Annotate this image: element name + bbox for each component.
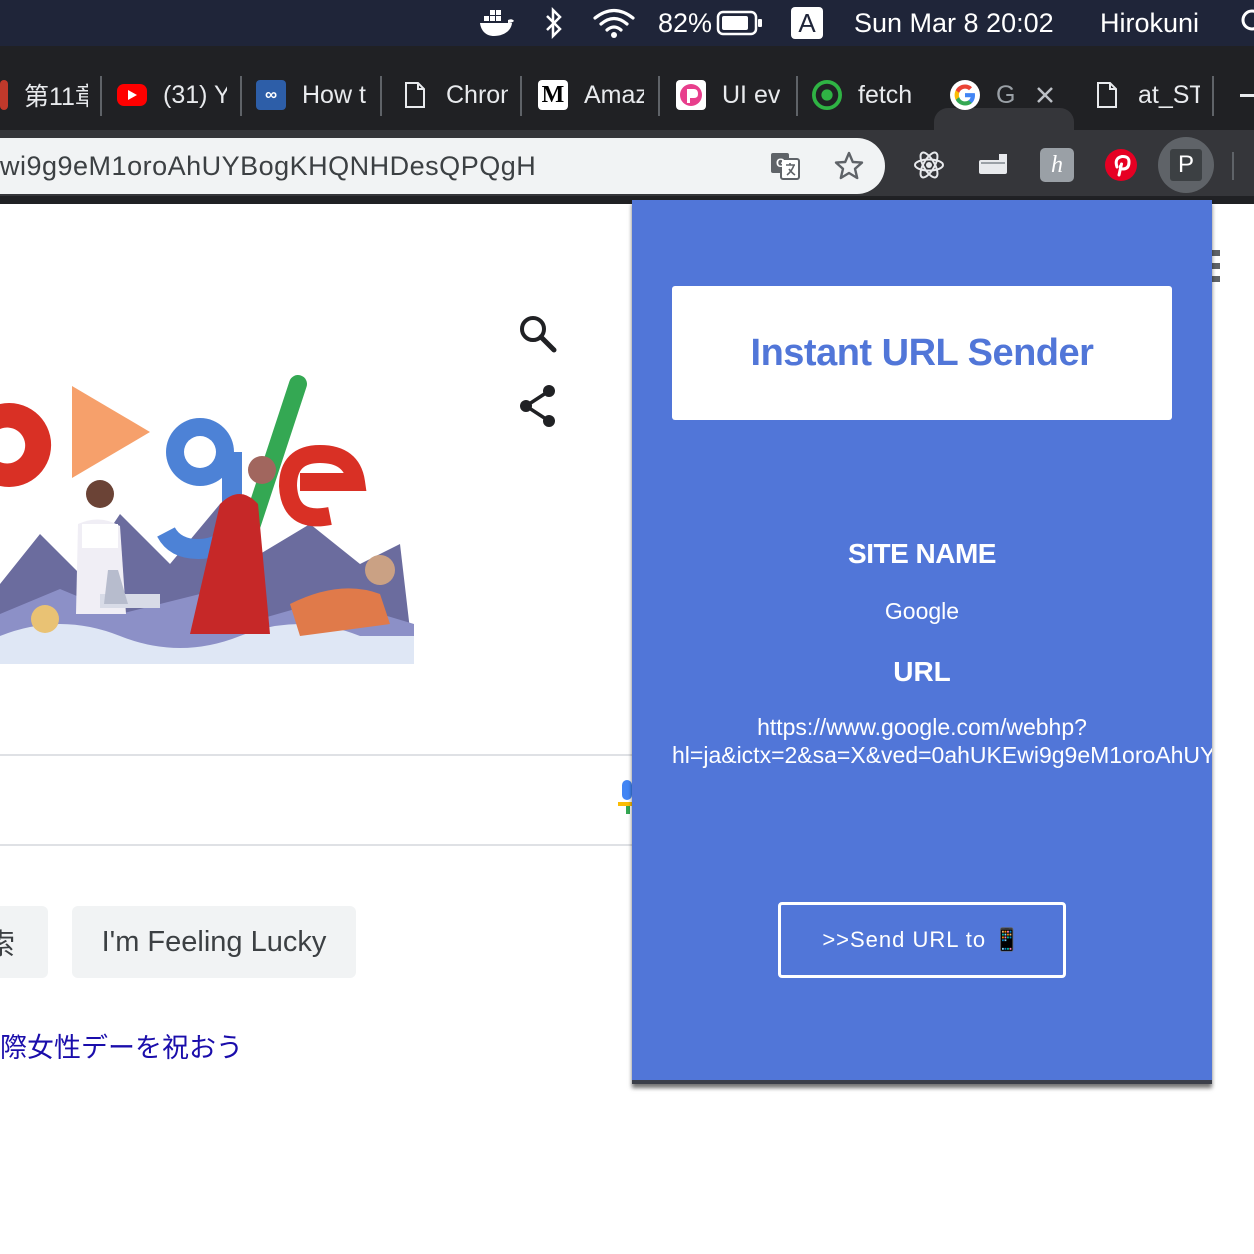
popup-title: Instant URL Sender bbox=[750, 331, 1094, 374]
svg-text:G: G bbox=[776, 156, 785, 170]
cast-extension-icon[interactable] bbox=[972, 144, 1014, 186]
battery-icon[interactable] bbox=[716, 0, 764, 46]
google-search-button-label: 索 bbox=[0, 929, 16, 961]
tab-divider bbox=[520, 76, 522, 116]
menubar-user[interactable]: Hirokuni bbox=[1100, 0, 1199, 46]
feeling-lucky-label: I'm Feeling Lucky bbox=[101, 925, 327, 958]
tab-strip: 第11章 (31) Y ∞ How t Chron M Amaz UI ev f bbox=[0, 46, 1254, 176]
search-icon[interactable] bbox=[518, 314, 558, 359]
tab-title: Chron bbox=[446, 80, 508, 109]
youtube-icon bbox=[117, 84, 147, 106]
url-value-line-2: hl=ja&ictx=2&sa=X&ved=0ahUKEwi9g9eM1oroA… bbox=[672, 742, 1212, 768]
tab-2[interactable]: (31) Y bbox=[117, 62, 229, 128]
tab-title: 第11章 bbox=[24, 83, 88, 111]
site-name-label: SITE NAME bbox=[848, 538, 996, 569]
tab-9[interactable]: at_ST bbox=[1092, 62, 1204, 128]
instant-url-sender-popup: Instant URL Sender SITE NAME Google URL … bbox=[632, 200, 1212, 1084]
infinity-icon: ∞ bbox=[256, 80, 286, 110]
omnibox[interactable]: wi9g9eM1oroAhUYBogKHQNHDesQPQgH G bbox=[0, 138, 885, 194]
docker-icon[interactable] bbox=[478, 0, 516, 46]
tab-title: G bbox=[996, 80, 1016, 109]
tab-title: (31) Y bbox=[163, 80, 227, 109]
tab-5[interactable]: M Amaz bbox=[538, 62, 646, 128]
tab-divider bbox=[380, 76, 382, 116]
tab-close-icon[interactable] bbox=[1034, 84, 1056, 106]
input-source-indicator: A bbox=[791, 7, 823, 39]
battery-percent: 82% bbox=[658, 7, 713, 38]
hatena-glyph: h bbox=[1040, 148, 1074, 182]
wifi-icon[interactable] bbox=[592, 0, 636, 46]
uievent-icon bbox=[676, 80, 706, 110]
search-input[interactable] bbox=[0, 756, 632, 844]
tab-divider bbox=[796, 76, 798, 116]
tab-divider bbox=[100, 76, 102, 116]
tab-divider bbox=[1212, 76, 1214, 116]
google-doodle-image[interactable] bbox=[0, 374, 420, 664]
document-icon bbox=[1092, 80, 1122, 110]
feeling-lucky-button[interactable]: I'm Feeling Lucky bbox=[72, 906, 356, 978]
pinterest-icon[interactable] bbox=[1100, 144, 1142, 186]
bookmark-star-icon[interactable] bbox=[828, 145, 870, 187]
popup-header-card: Instant URL Sender bbox=[672, 286, 1172, 420]
react-devtools-icon[interactable] bbox=[908, 144, 950, 186]
fetch-icon bbox=[812, 80, 842, 110]
url-label: URL bbox=[893, 656, 951, 687]
new-tab-icon[interactable] bbox=[1240, 94, 1254, 97]
profile-letter: P bbox=[1170, 149, 1202, 181]
tab-6[interactable]: UI ev bbox=[676, 62, 782, 128]
toolbar-divider bbox=[1232, 152, 1234, 180]
tab-4[interactable]: Chron bbox=[400, 62, 508, 128]
url-value-line-1: https://www.google.com/webhp? bbox=[757, 714, 1087, 740]
tab-divider bbox=[658, 76, 660, 116]
tab-1[interactable]: 第11章 bbox=[0, 62, 92, 128]
tab-7[interactable]: fetch bbox=[812, 62, 920, 128]
search-box-bottom-border bbox=[0, 844, 632, 846]
tab-3[interactable]: ∞ How t bbox=[256, 62, 368, 128]
google-icon bbox=[950, 80, 980, 110]
spotlight-icon[interactable] bbox=[1238, 0, 1254, 46]
macos-menubar: 82% A Sun Mar 8 20:02 Hirokuni bbox=[0, 0, 1254, 46]
tab-title: at_ST bbox=[1138, 80, 1200, 109]
google-search-button[interactable]: 索 bbox=[0, 906, 48, 978]
site-name-value: Google bbox=[884, 598, 960, 624]
tab-divider bbox=[240, 76, 242, 116]
hatena-icon[interactable]: h bbox=[1036, 144, 1078, 186]
input-source-menu[interactable]: A bbox=[791, 0, 823, 46]
menubar-clock[interactable]: Sun Mar 8 20:02 bbox=[854, 0, 1054, 46]
tab-title: UI ev bbox=[722, 80, 780, 109]
tab-title: How t bbox=[302, 80, 366, 109]
url-sender-extension-button[interactable]: P bbox=[1158, 137, 1214, 193]
tab-8-active[interactable]: G bbox=[950, 62, 1070, 128]
apps-menu-icon[interactable] bbox=[1212, 250, 1220, 282]
share-icon[interactable] bbox=[518, 384, 558, 433]
doodle-promo-link[interactable]: 際女性デーを祝おう bbox=[0, 1026, 243, 1065]
medium-icon: M bbox=[538, 80, 568, 110]
voice-search-icon[interactable] bbox=[616, 780, 632, 816]
bluetooth-icon[interactable] bbox=[542, 0, 566, 46]
translate-icon[interactable]: G bbox=[764, 145, 806, 187]
document-icon bbox=[400, 80, 430, 110]
browser-toolbar: wi9g9eM1oroAhUYBogKHQNHDesQPQgH G h P bbox=[0, 130, 1254, 200]
tab-favicon-icon bbox=[0, 80, 8, 110]
tab-title: Amaz bbox=[584, 80, 644, 109]
tab-title: fetch bbox=[858, 80, 913, 109]
omnibox-url[interactable]: wi9g9eM1oroAhUYBogKHQNHDesQPQgH bbox=[0, 138, 536, 194]
send-url-button-label: >>Send URL to 📱 bbox=[822, 927, 1022, 952]
send-url-button[interactable]: >>Send URL to 📱 bbox=[778, 902, 1066, 978]
